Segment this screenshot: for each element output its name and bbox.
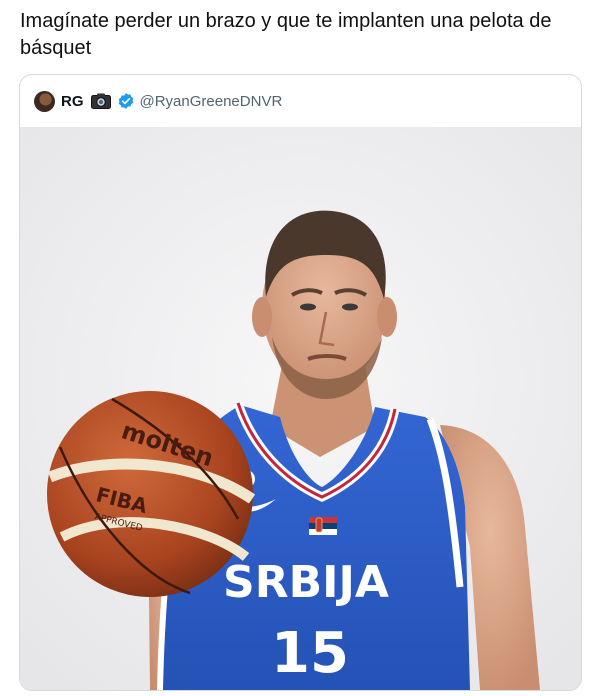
tweet-photo[interactable]: SRBIJA 15 molten FIBA APPROVED bbox=[20, 127, 581, 690]
serbia-flag-patch bbox=[309, 517, 337, 535]
right-eye bbox=[342, 303, 358, 311]
embedded-tweet-card[interactable]: RG @RyanGreeneDNVR SRBIJA 15 molten FIBA… bbox=[19, 74, 582, 691]
display-name[interactable]: RG bbox=[61, 93, 84, 110]
jersey-number-text: 15 bbox=[271, 621, 349, 686]
avatar[interactable] bbox=[34, 90, 55, 112]
handle[interactable]: @RyanGreeneDNVR bbox=[140, 93, 283, 110]
tweet-header: RG @RyanGreeneDNVR bbox=[20, 75, 581, 127]
post-caption: Imagínate perder un brazo y que te impla… bbox=[20, 10, 552, 59]
basketball: molten FIBA APPROVED bbox=[47, 391, 256, 597]
jersey-team-text: SRBIJA bbox=[223, 557, 389, 608]
player-illustration: SRBIJA 15 molten FIBA APPROVED bbox=[20, 127, 581, 690]
left-eye bbox=[300, 303, 316, 311]
verified-badge-icon bbox=[118, 93, 133, 109]
camera-icon bbox=[90, 93, 111, 109]
